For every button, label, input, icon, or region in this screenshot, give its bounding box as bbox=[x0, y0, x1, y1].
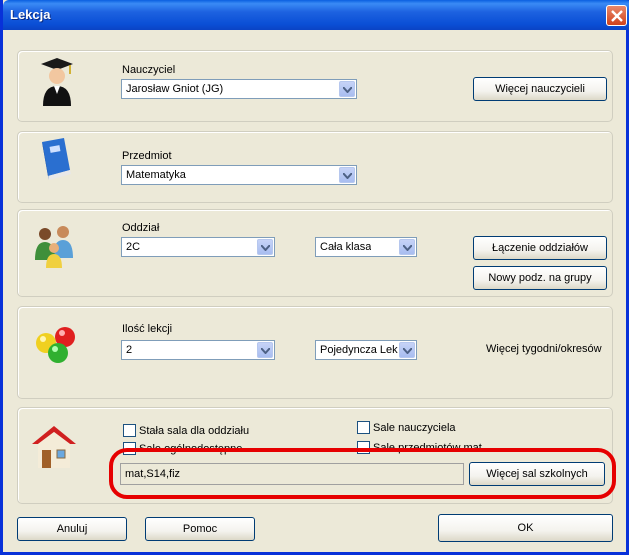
lessons-label: Ilość lekcji bbox=[122, 323, 173, 335]
chevron-down-icon[interactable] bbox=[399, 239, 415, 255]
close-icon bbox=[611, 10, 623, 22]
chevron-down-icon[interactable] bbox=[339, 81, 355, 97]
teacher-icon bbox=[41, 58, 73, 106]
class-select[interactable]: 2C bbox=[121, 237, 275, 257]
lesson-count-select[interactable]: 2 bbox=[121, 340, 275, 360]
close-button[interactable] bbox=[606, 5, 627, 26]
title-bar[interactable]: Lekcja bbox=[3, 0, 629, 30]
subject-select-value: Matematyka bbox=[126, 169, 186, 181]
class-select-value: 2C bbox=[126, 241, 141, 253]
new-split-button[interactable]: Nowy podz. na grupy bbox=[473, 266, 607, 290]
class-group: Oddział 2C Cała klasa Łączenie oddziałów… bbox=[17, 209, 613, 297]
group-select[interactable]: Cała klasa bbox=[315, 237, 417, 257]
house-icon bbox=[32, 426, 76, 468]
teacher-label: Nauczyciel bbox=[122, 64, 176, 76]
lesson-count-value: 2 bbox=[126, 344, 133, 356]
fixed-room-checkbox[interactable] bbox=[123, 424, 136, 437]
join-classes-button[interactable]: Łączenie oddziałów bbox=[473, 236, 607, 260]
highlight-annotation bbox=[109, 448, 616, 499]
lessons-group: Ilość lekcji 2 Pojedyncza Lekc Więcej ty… bbox=[17, 306, 613, 399]
teacher-group: Nauczyciel Jarosław Gniot (JG) Więcej na… bbox=[17, 50, 613, 122]
ok-button[interactable]: OK bbox=[438, 514, 613, 542]
subject-label: Przedmiot bbox=[122, 150, 172, 162]
lesson-type-select[interactable]: Pojedyncza Lekc bbox=[315, 340, 417, 360]
teacher-select-value: Jarosław Gniot (JG) bbox=[126, 83, 224, 95]
group-select-value: Cała klasa bbox=[320, 241, 372, 253]
balls-icon bbox=[36, 327, 75, 363]
class-label: Oddział bbox=[122, 222, 160, 234]
chevron-down-icon[interactable] bbox=[339, 167, 355, 183]
students-icon bbox=[35, 226, 73, 268]
window-title: Lekcja bbox=[10, 7, 51, 22]
teacher-rooms-label: Sale nauczyciela bbox=[373, 422, 456, 434]
help-button[interactable]: Pomoc bbox=[145, 517, 255, 541]
more-teachers-button[interactable]: Więcej nauczycieli bbox=[473, 77, 607, 101]
cancel-button[interactable]: Anuluj bbox=[17, 517, 127, 541]
fixed-room-label: Stała sala dla oddziału bbox=[139, 425, 250, 437]
chevron-down-icon[interactable] bbox=[399, 342, 415, 358]
lesson-type-value: Pojedyncza Lekc bbox=[320, 344, 398, 356]
lesson-dialog: Lekcja Nauczyciel Jarosław Gniot (JG) Wi… bbox=[0, 0, 629, 555]
book-icon bbox=[42, 138, 71, 180]
subject-group: Przedmiot Matematyka bbox=[17, 131, 613, 203]
subject-select[interactable]: Matematyka bbox=[121, 165, 357, 185]
teacher-select[interactable]: Jarosław Gniot (JG) bbox=[121, 79, 357, 99]
chevron-down-icon[interactable] bbox=[257, 239, 273, 255]
more-weeks-link[interactable]: Więcej tygodni/okresów bbox=[486, 343, 602, 355]
teacher-rooms-checkbox[interactable] bbox=[357, 421, 370, 434]
chevron-down-icon[interactable] bbox=[257, 342, 273, 358]
